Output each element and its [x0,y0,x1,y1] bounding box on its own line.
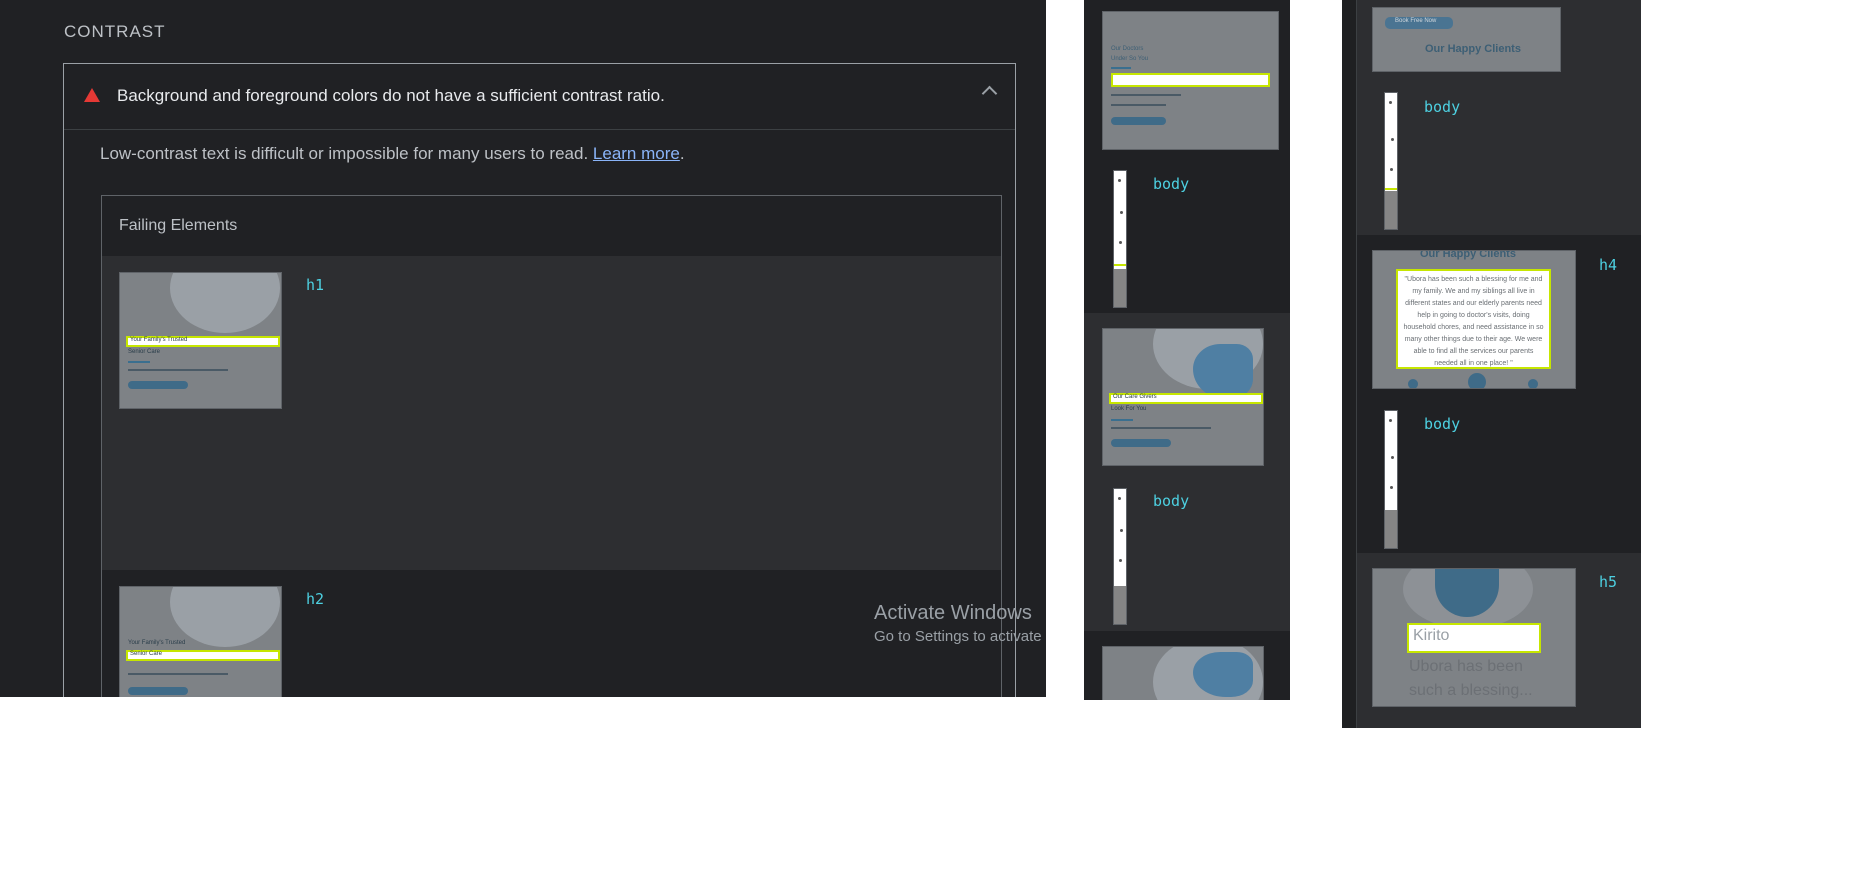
table-header: Failing Elements [102,196,1001,256]
lighthouse-contrast-panel: CONTRAST Background and foreground color… [0,0,1046,697]
audit-title: Background and foreground colors do not … [117,86,665,105]
audit-description: Low-contrast text is difficult or imposs… [100,144,685,164]
element-tag[interactable]: body [1153,492,1189,510]
element-tag[interactable]: h1 [306,276,324,294]
element-screenshot: Our Doctors Under So You [1102,11,1279,150]
element-screenshot: Our Happy Clients "Ubora has been such a… [1372,250,1576,389]
element-screenshot [1102,646,1264,700]
shot-button-text: Book Free Now [1395,18,1437,24]
shot-heading: Our Doctors [1111,46,1144,52]
shot-subheading: Your Family's Trusted [128,640,186,646]
shot-highlight-text: Senior Care [130,651,163,657]
element-tag[interactable]: body [1153,175,1189,193]
element-screenshot: Your Family's Trusted Senior Care [119,586,282,697]
shot-subheading: Senior Care [128,349,161,355]
shot-subheading: Look For You [1111,406,1147,412]
activate-windows-title: Activate Windows [874,602,1032,624]
shot-heading: Our Happy Clients [1420,250,1516,260]
element-tag[interactable]: body [1424,98,1460,116]
shot-highlight-text: Your Family's Trusted [130,337,188,343]
shot-heading: Our Happy Clients [1425,43,1521,55]
element-screenshot: Book Free Now Our Happy Clients [1372,7,1561,72]
element-tag[interactable]: body [1424,415,1460,433]
table-row: Your Family's Trusted Senior Care h1 bod… [102,256,1001,564]
element-tag[interactable]: h4 [1599,256,1617,274]
shot-subheading: Under So You [1111,56,1149,62]
shot-highlight-text: Our Care Givers [1113,394,1157,400]
element-screenshot: Kirito Ubora has been such a blessing... [1372,568,1576,707]
element-screenshot [1384,92,1398,230]
element-screenshot: Your Family's Trusted Senior Care [119,272,282,409]
table-row: Your Family's Trusted Senior Care h2 [102,570,1001,697]
failing-elements-middle-panel: Our Doctors Under So You body Our Care G… [1084,0,1290,700]
learn-more-link[interactable]: Learn more [593,144,680,163]
chevron-up-icon[interactable] [981,85,998,102]
section-title: CONTRAST [64,22,166,41]
failing-elements-table: Failing Elements Your Family's Trusted S… [101,195,1002,697]
activate-windows-subtitle: Go to Settings to activate [874,628,1042,645]
description-text: Low-contrast text is difficult or imposs… [100,144,589,163]
element-tag[interactable]: h2 [306,590,324,608]
table-row [102,414,1001,570]
element-screenshot: Our Care Givers Look For You [1102,328,1264,466]
element-screenshot [1384,410,1398,549]
element-screenshot [1113,488,1127,625]
client-text: Ubora has been such a blessing... [1409,658,1533,699]
table-header-label: Failing Elements [119,217,238,234]
failing-elements-right-panel: Book Free Now Our Happy Clients body Our… [1342,0,1641,728]
audit-header[interactable]: Background and foreground colors do not … [64,64,1015,130]
element-screenshot [1113,170,1127,308]
fail-triangle-icon [84,88,100,102]
element-tag[interactable]: h5 [1599,573,1617,591]
client-name: Kirito [1407,623,1541,653]
description-period: . [679,144,685,163]
client-quote: "Ubora has been such a blessing for me a… [1396,269,1551,369]
